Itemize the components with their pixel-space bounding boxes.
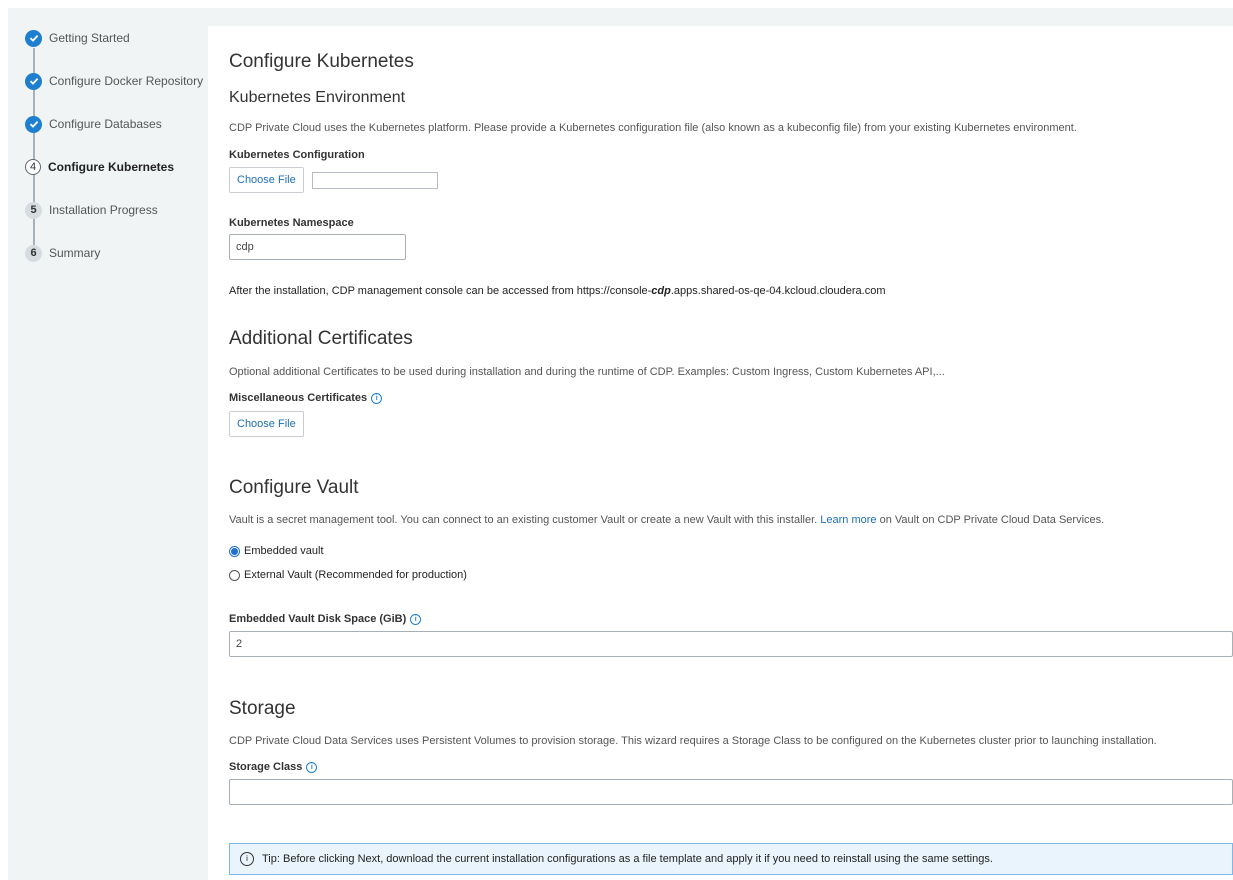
storage-class-label-text: Storage Class xyxy=(229,761,303,773)
certs-description: Optional additional Certificates to be u… xyxy=(229,366,945,378)
info-icon: i xyxy=(240,852,254,866)
storage-description: CDP Private Cloud Data Services uses Per… xyxy=(229,735,1157,747)
certs-heading: Additional Certificates xyxy=(229,328,413,349)
radio-external-vault[interactable]: External Vault (Recommended for producti… xyxy=(229,569,467,581)
k8s-config-label: Kubernetes Configuration xyxy=(229,149,365,161)
storage-class-input[interactable] xyxy=(229,779,1233,805)
console-url-text: After the installation, CDP management c… xyxy=(229,285,885,297)
k8s-namespace-label: Kubernetes Namespace xyxy=(229,217,354,229)
step-summary: 6 Summary xyxy=(25,243,100,263)
check-icon xyxy=(25,72,42,90)
k8s-config-choose-file-button[interactable]: Choose File xyxy=(229,167,304,193)
info-icon[interactable]: i xyxy=(306,761,318,773)
tip-banner: i Tip: Before clicking Next, download th… xyxy=(229,843,1233,875)
console-url-prefix: After the installation, CDP management c… xyxy=(229,285,652,297)
step-number-badge: 6 xyxy=(25,244,42,262)
k8s-env-heading: Kubernetes Environment xyxy=(229,89,406,106)
misc-certs-choose-file-button[interactable]: Choose File xyxy=(229,411,304,437)
vault-disk-label-text: Embedded Vault Disk Space (GiB) xyxy=(229,613,407,625)
step-configure-databases[interactable]: Configure Databases xyxy=(25,114,162,134)
vault-disk-input[interactable]: 2 xyxy=(229,631,1233,657)
misc-certs-label: Miscellaneous Certificates i xyxy=(229,392,383,404)
k8s-namespace-input[interactable]: cdp xyxy=(229,234,406,260)
console-url-suffix: .apps.shared-os-qe-04.kcloud.cloudera.co… xyxy=(670,285,886,297)
radio-label: Embedded vault xyxy=(244,545,324,557)
vault-description: Vault is a secret management tool. You c… xyxy=(229,514,1104,526)
step-label: Getting Started xyxy=(49,31,130,45)
top-strip xyxy=(208,8,1233,26)
radio-indicator[interactable] xyxy=(229,569,240,581)
info-icon[interactable]: i xyxy=(371,392,383,404)
installer-window: Getting Started Configure Docker Reposit… xyxy=(0,0,1233,880)
k8s-env-description: CDP Private Cloud uses the Kubernetes pl… xyxy=(229,122,1077,134)
check-icon xyxy=(25,115,42,133)
vault-disk-label: Embedded Vault Disk Space (GiB) i xyxy=(229,613,422,625)
step-label: Configure Docker Repository xyxy=(49,74,204,88)
tip-text: Tip: Before clicking Next, download the … xyxy=(262,853,993,865)
step-configure-docker-repository[interactable]: Configure Docker Repository xyxy=(25,71,203,91)
vault-description-text: Vault is a secret management tool. You c… xyxy=(229,514,818,526)
radio-label: External Vault (Recommended for producti… xyxy=(244,569,467,581)
info-icon[interactable]: i xyxy=(410,613,422,625)
step-installation-progress: 5 Installation Progress xyxy=(25,200,158,220)
step-label: Installation Progress xyxy=(49,203,158,217)
page-title: Configure Kubernetes xyxy=(229,51,414,72)
console-url-namespace: cdp xyxy=(651,285,671,297)
storage-heading: Storage xyxy=(229,698,296,719)
radio-embedded-vault[interactable]: Embedded vault xyxy=(229,545,324,557)
learn-more-link[interactable]: Learn more xyxy=(820,514,876,526)
step-configure-kubernetes[interactable]: 4 Configure Kubernetes xyxy=(25,157,174,177)
storage-class-label: Storage Class i xyxy=(229,761,318,773)
step-getting-started[interactable]: Getting Started xyxy=(25,28,130,48)
misc-certs-label-text: Miscellaneous Certificates xyxy=(229,392,368,404)
step-label: Summary xyxy=(49,246,101,260)
step-label: Configure Kubernetes xyxy=(48,160,175,174)
check-icon xyxy=(25,29,42,47)
wizard-sidebar: Getting Started Configure Docker Reposit… xyxy=(8,8,208,880)
vault-description-text-after: on Vault on CDP Private Cloud Data Servi… xyxy=(879,514,1105,526)
step-label: Configure Databases xyxy=(49,117,162,131)
k8s-config-file-name xyxy=(312,172,438,189)
radio-selected-indicator[interactable] xyxy=(229,545,240,557)
vault-heading: Configure Vault xyxy=(229,477,359,498)
step-number-badge: 4 xyxy=(25,159,41,175)
step-number-badge: 5 xyxy=(25,201,42,219)
